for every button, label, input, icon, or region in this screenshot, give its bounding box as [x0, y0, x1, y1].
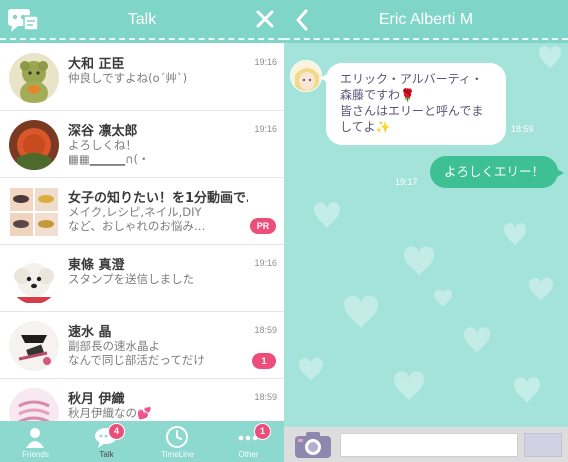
bottom-tab-bar: Friends 4 Talk TimeLine 1 Other — [0, 421, 284, 462]
talk-unread-badge: 4 — [108, 423, 125, 440]
chat-row[interactable]: 東條 真澄 スタンプを送信しました 19:16 — [0, 245, 284, 312]
chat-time: 19:16 — [254, 57, 277, 67]
conversation-header: Eric Alberti M — [284, 0, 568, 43]
message-input-bar — [284, 427, 568, 462]
other-badge: 1 — [254, 423, 271, 440]
chat-row[interactable]: 秋月 伊織 秋月伊織なの💕 18:59 — [0, 379, 284, 421]
message-text: エリック・アルバーティ・森藤ですわ🌹 皆さんはエリーと呼んでましてよ✨ — [340, 72, 484, 134]
avatar — [9, 388, 59, 421]
tab-label: Talk — [99, 450, 114, 459]
unread-badge: 1 — [252, 353, 276, 369]
chat-name: 秋月 伊織 — [68, 392, 125, 407]
chat-preview: スタンプを送信しました — [68, 272, 195, 286]
camera-icon[interactable] — [294, 431, 332, 459]
chat-time: 18:59 — [254, 392, 277, 402]
chat-time: 19:16 — [254, 124, 277, 134]
send-button[interactable] — [524, 433, 562, 457]
incoming-message: エリック・アルバーティ・森藤ですわ🌹 皆さんはエリーと呼んでましてよ✨ — [320, 63, 506, 145]
clock-icon — [166, 426, 188, 448]
outgoing-time: 19:17 — [395, 177, 418, 187]
conversation-panel: Eric Alberti M エリック・アルバーティ・森藤ですわ🌹 皆さんはエリ… — [284, 0, 568, 462]
tab-friends[interactable]: Friends — [0, 421, 71, 462]
chat-list: 大和 正臣 仲良しですよね(o´艸`) 19:16 深谷 凛太郎 よろしくね！ … — [0, 44, 284, 421]
page-title: Talk — [127, 11, 157, 28]
chat-row[interactable]: 深谷 凛太郎 よろしくね！ ▦▦▁▁▁▁∩(・ 19:16 — [0, 111, 284, 178]
pr-badge: PR — [250, 218, 276, 234]
incoming-time: 18:59 — [511, 124, 534, 134]
tab-label: TimeLine — [161, 450, 194, 459]
message-text: よろしくエリー！ — [443, 164, 544, 179]
contact-name: Eric Alberti M — [378, 11, 474, 28]
chat-row[interactable]: 速水 晶 副部長の速水晶よ なんで同じ部活だってだけ 18:59 1 — [0, 312, 284, 379]
tab-label: Friends — [22, 450, 49, 459]
chat-name: 速水 晶 — [68, 325, 112, 340]
peer-avatar[interactable] — [290, 60, 322, 92]
close-icon[interactable] — [254, 8, 276, 30]
outgoing-message: よろしくエリー！ — [429, 156, 565, 188]
avatar — [9, 321, 59, 371]
chat-time: 18:59 — [254, 325, 277, 335]
chat-row[interactable]: 大和 正臣 仲良しですよね(o´艸`) 19:16 — [0, 44, 284, 111]
chat-name: 深谷 凛太郎 — [68, 124, 138, 139]
chat-preview: 副部長の速水晶よ なんで同じ部活だってだけ — [68, 339, 205, 367]
ad-thumbnail — [9, 187, 59, 237]
chat-preview: メイク,レシピ,ネイル,DIY など、おしゃれのお悩み… — [68, 205, 206, 233]
chat-name: 女子の知りたい！を1分動画で… — [68, 191, 248, 206]
chat-preview: 秋月伊織なの💕 — [68, 406, 152, 420]
chat-name: 大和 正臣 — [68, 57, 125, 72]
avatar — [9, 53, 59, 103]
person-icon — [26, 428, 44, 448]
avatar — [9, 254, 59, 304]
talk-list-panel: Talk 大和 正臣 仲良しですよね(o´艸`) 19:16 深谷 凛太郎 よろ… — [0, 0, 284, 462]
tab-talk[interactable]: 4 Talk — [71, 421, 142, 462]
avatar — [9, 120, 59, 170]
tab-timeline[interactable]: TimeLine — [142, 421, 213, 462]
message-input[interactable] — [340, 433, 518, 457]
chat-preview: よろしくね！ ▦▦▁▁▁▁∩(・ — [68, 138, 150, 166]
chat-row-ad[interactable]: 女子の知りたい！を1分動画で… メイク,レシピ,ネイル,DIY など、おしゃれの… — [0, 178, 284, 245]
chat-time: 19:16 — [254, 258, 277, 268]
talk-header: Talk — [0, 0, 284, 43]
tab-label: Other — [238, 450, 259, 459]
chat-name: 東條 真澄 — [68, 258, 125, 273]
tab-other[interactable]: 1 Other — [213, 421, 284, 462]
message-area: エリック・アルバーティ・森藤ですわ🌹 皆さんはエリーと呼んでましてよ✨ 18:5… — [284, 44, 568, 427]
chat-preview: 仲良しですよね(o´艸`) — [68, 71, 188, 85]
